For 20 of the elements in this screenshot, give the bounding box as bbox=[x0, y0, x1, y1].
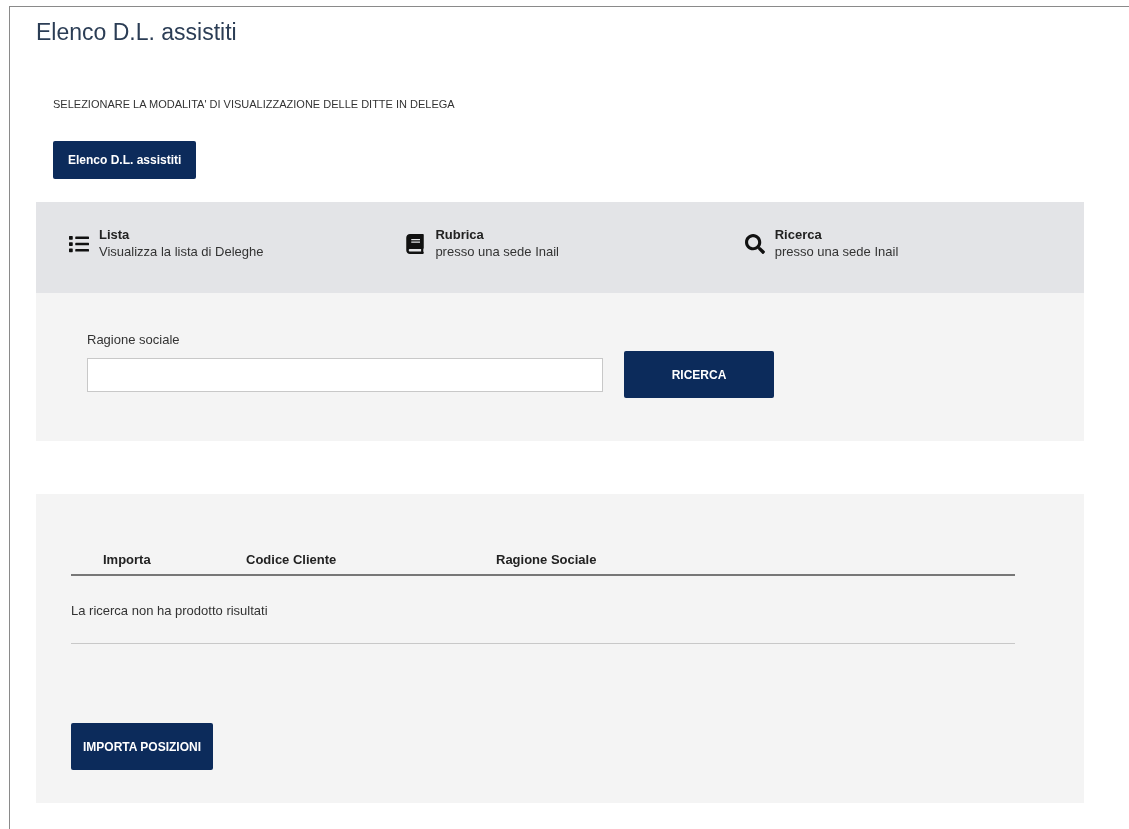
book-icon bbox=[405, 234, 426, 254]
import-button[interactable]: IMPORTA POSIZIONI bbox=[71, 723, 213, 770]
tab-subtitle: presso una sede Inail bbox=[435, 243, 559, 261]
column-header: Ragione Sociale bbox=[496, 552, 597, 567]
search-icon bbox=[744, 234, 765, 254]
tab-title[interactable]: Rubrica bbox=[435, 226, 559, 243]
tab-title[interactable]: Lista bbox=[99, 226, 264, 243]
tab-subtitle: presso una sede Inail bbox=[774, 243, 899, 261]
column-header: Importa bbox=[103, 552, 151, 567]
empty-message: La ricerca non ha prodotto risultati bbox=[71, 603, 268, 618]
field-label: Ragione sociale bbox=[87, 331, 181, 349]
mode-button[interactable]: Elenco D.L. assistiti bbox=[53, 141, 197, 179]
instruction-text: SELEZIONARE LA MODALITA' DI VISUALIZZAZIONE DELLE DITTE IN DELEGA bbox=[53, 97, 456, 111]
search-button[interactable]: RICERCA bbox=[624, 351, 774, 398]
list-icon bbox=[69, 234, 89, 254]
page-title: Elenco D.L. assistiti bbox=[36, 18, 238, 47]
tab-title[interactable]: Ricerca bbox=[774, 226, 899, 243]
tab-subtitle: Visualizza la lista di Deleghe bbox=[99, 243, 264, 261]
ragione-sociale-field[interactable] bbox=[87, 357, 603, 392]
column-header: Codice Cliente bbox=[246, 552, 337, 567]
